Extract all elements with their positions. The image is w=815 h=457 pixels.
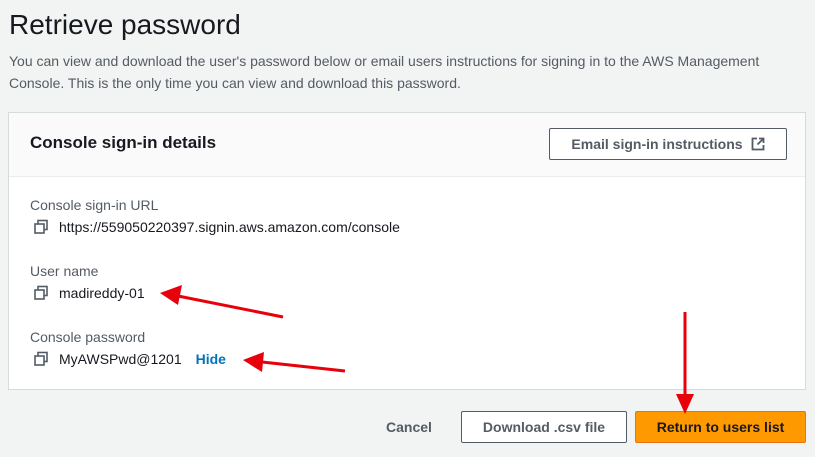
sign-in-url-label: Console sign-in URL — [30, 197, 159, 213]
page-title: Retrieve password — [9, 9, 241, 40]
panel-header: Console sign-in details Email sign-in in… — [9, 113, 805, 177]
external-link-icon — [751, 137, 764, 151]
download-csv-button[interactable]: Download .csv file — [461, 411, 627, 443]
page-description: You can view and download the user's pas… — [9, 53, 760, 91]
email-sign-in-instructions-button[interactable]: Email sign-in instructions — [549, 128, 787, 160]
cancel-button[interactable]: Cancel — [372, 411, 446, 443]
user-name-value: madireddy-01 — [59, 285, 145, 301]
copy-icon[interactable] — [33, 219, 49, 235]
console-password-value: MyAWSPwd@1201 — [59, 351, 182, 367]
user-name-row: madireddy-01 — [33, 285, 145, 301]
sign-in-url-row: https://559050220397.signin.aws.amazon.c… — [33, 219, 400, 235]
copy-icon[interactable] — [33, 285, 49, 301]
sign-in-url-value: https://559050220397.signin.aws.amazon.c… — [59, 219, 400, 235]
console-password-row: MyAWSPwd@1201 Hide — [33, 351, 226, 367]
email-button-label: Email sign-in instructions — [571, 136, 743, 152]
sign-in-details-panel: Console sign-in details Email sign-in in… — [8, 112, 806, 390]
return-to-users-list-button[interactable]: Return to users list — [635, 411, 806, 443]
hide-password-link[interactable]: Hide — [196, 351, 226, 367]
console-password-label: Console password — [30, 329, 146, 345]
copy-icon[interactable] — [33, 351, 49, 367]
user-name-label: User name — [30, 263, 99, 279]
panel-title: Console sign-in details — [30, 133, 217, 152]
